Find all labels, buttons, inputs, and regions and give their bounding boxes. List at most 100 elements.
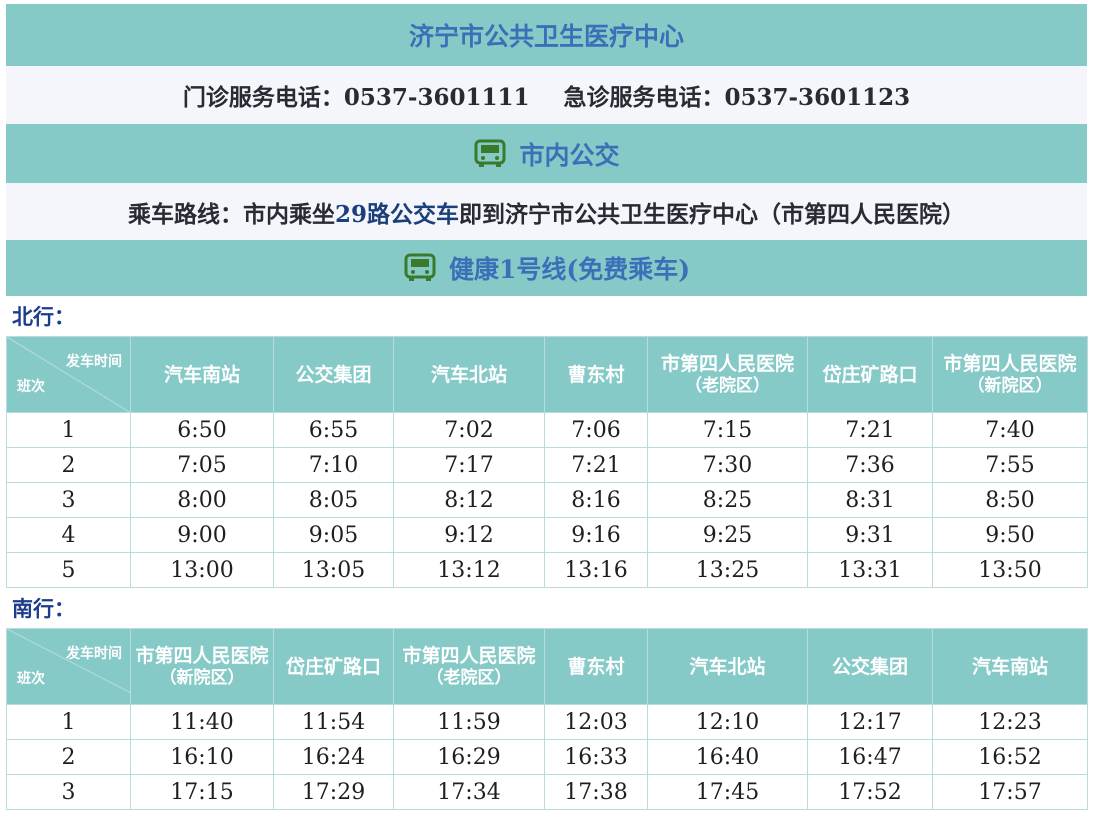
southbound-timetable: 发车时间 班次 市第四人民医院 （新院区） 岱庄矿路口 市第四人民医院 （老院区） … (6, 628, 1088, 810)
phone-row: 门诊服务电话：0537-3601111 急诊服务电话：0537-3601123 (6, 66, 1087, 124)
time-cell: 8:00 (130, 482, 274, 518)
stop-header: 汽车南站 (932, 628, 1088, 705)
time-cell: 17:45 (647, 774, 808, 810)
time-cell: 8:05 (273, 482, 394, 518)
trip-number-cell: 5 (6, 552, 131, 588)
time-cell: 9:16 (544, 517, 648, 553)
time-cell: 16:10 (130, 739, 274, 775)
time-cell: 7:06 (544, 412, 648, 448)
stop-header: 市第四人民医院 （老院区） (393, 628, 545, 705)
table-row: 2 16:10 16:24 16:29 16:33 16:40 16:47 16:52 (6, 739, 1088, 775)
time-cell: 17:15 (130, 774, 274, 810)
time-cell: 17:52 (807, 774, 933, 810)
time-cell: 13:16 (544, 552, 648, 588)
stop-header: 岱庄矿路口 (273, 628, 394, 705)
stop-header: 曹东村 (544, 336, 648, 413)
time-cell: 11:54 (273, 704, 394, 740)
table-row: 3 8:00 8:05 8:12 8:16 8:25 8:31 8:50 (6, 482, 1088, 518)
table-row: 3 17:15 17:29 17:34 17:38 17:45 17:52 17:57 (6, 774, 1088, 810)
time-cell: 13:31 (807, 552, 933, 588)
time-cell: 12:17 (807, 704, 933, 740)
route-suffix: 即到济宁市公共卫生医疗中心（市第四人民医院） (459, 200, 965, 228)
stop-header: 市第四人民医院 （新院区） (932, 336, 1088, 413)
time-cell: 17:38 (544, 774, 648, 810)
time-cell: 8:31 (807, 482, 933, 518)
trip-number-cell: 3 (6, 774, 131, 810)
trip-number-cell: 1 (6, 704, 131, 740)
bus-icon (474, 139, 506, 167)
departure-time-label: 发车时间 (66, 354, 122, 370)
time-cell: 11:59 (393, 704, 545, 740)
time-cell: 9:31 (807, 517, 933, 553)
time-cell: 13:50 (932, 552, 1088, 588)
corner-cell: 发车时间 班次 (6, 336, 131, 413)
time-cell: 12:10 (647, 704, 808, 740)
corner-diagonal (7, 337, 131, 413)
stop-header: 汽车北站 (393, 336, 545, 413)
time-cell: 7:36 (807, 447, 933, 483)
trip-number-cell: 2 (6, 447, 131, 483)
stop-header: 曹东村 (544, 628, 648, 705)
outpatient-phone: 门诊服务电话：0537-3601111 (182, 84, 530, 111)
trip-label: 班次 (17, 379, 45, 395)
health-line-label: 健康1号线(免费乘车) (448, 255, 691, 284)
stop-header: 公交集团 (273, 336, 394, 413)
time-cell: 7:40 (932, 412, 1088, 448)
time-cell: 17:29 (273, 774, 394, 810)
table-header-row: 发车时间 班次 汽车南站 公交集团 汽车北站 曹东村 市第四人民医院 （老院区） … (6, 336, 1088, 413)
northbound-timetable: 发车时间 班次 汽车南站 公交集团 汽车北站 曹东村 市第四人民医院 （老院区） … (6, 336, 1088, 588)
city-bus-heading: 市内公交 (6, 124, 1087, 183)
time-cell: 9:05 (273, 517, 394, 553)
time-cell: 11:40 (130, 704, 274, 740)
stop-header: 市第四人民医院 （老院区） (647, 336, 808, 413)
emergency-phone: 急诊服务电话：0537-3601123 (563, 84, 911, 111)
time-cell: 16:33 (544, 739, 648, 775)
time-cell: 8:12 (393, 482, 545, 518)
stop-header: 市第四人民医院 （新院区） (130, 628, 274, 705)
time-cell: 7:02 (393, 412, 545, 448)
route-prefix: 乘车路线：市内乘坐 (127, 200, 335, 228)
health-line-heading: 健康1号线(免费乘车) (6, 240, 1087, 296)
time-cell: 17:34 (393, 774, 545, 810)
southbound-rows: 1 11:40 11:54 11:59 12:03 12:10 12:17 12:23 2 16:… (6, 704, 1088, 810)
stop-header: 汽车北站 (647, 628, 808, 705)
table-row: 4 9:00 9:05 9:12 9:16 9:25 9:31 9:50 (6, 517, 1088, 553)
trip-number-cell: 1 (6, 412, 131, 448)
departure-time-label: 发车时间 (66, 646, 122, 662)
time-cell: 16:40 (647, 739, 808, 775)
city-bus-label: 市内公交 (519, 140, 620, 170)
time-cell: 9:25 (647, 517, 808, 553)
time-cell: 8:25 (647, 482, 808, 518)
trip-number-cell: 3 (6, 482, 131, 518)
table-row: 1 11:40 11:54 11:59 12:03 12:10 12:17 12:23 (6, 704, 1088, 740)
time-cell: 13:00 (130, 552, 274, 588)
southbound-label: 南行： (6, 588, 1087, 628)
table-row: 5 13:00 13:05 13:12 13:16 13:25 13:31 13:50 (6, 552, 1088, 588)
northbound-label: 北行： (6, 296, 1087, 336)
stop-header: 汽车南站 (130, 336, 274, 413)
time-cell: 7:55 (932, 447, 1088, 483)
table-row: 1 6:50 6:55 7:02 7:06 7:15 7:21 7:40 (6, 412, 1088, 448)
table-row: 2 7:05 7:10 7:17 7:21 7:30 7:36 7:55 (6, 447, 1088, 483)
time-cell: 13:12 (393, 552, 545, 588)
time-cell: 9:00 (130, 517, 274, 553)
time-cell: 6:55 (273, 412, 394, 448)
time-cell: 7:05 (130, 447, 274, 483)
time-cell: 12:03 (544, 704, 648, 740)
time-cell: 7:10 (273, 447, 394, 483)
trip-number-cell: 2 (6, 739, 131, 775)
time-cell: 6:50 (130, 412, 274, 448)
table-header-row: 发车时间 班次 市第四人民医院 （新院区） 岱庄矿路口 市第四人民医院 （老院区） … (6, 628, 1088, 705)
route-bus-number: 29路公交车 (334, 200, 459, 228)
time-cell: 16:52 (932, 739, 1088, 775)
stop-header: 岱庄矿路口 (807, 336, 933, 413)
time-cell: 7:21 (807, 412, 933, 448)
northbound-rows: 1 6:50 6:55 7:02 7:06 7:15 7:21 7:40 2 7:05 7:10 7:… (6, 412, 1088, 588)
time-cell: 13:05 (273, 552, 394, 588)
time-cell: 7:17 (393, 447, 545, 483)
time-cell: 8:50 (932, 482, 1088, 518)
trip-number-cell: 4 (6, 517, 131, 553)
page-title: 济宁市公共卫生医疗中心 (6, 4, 1087, 66)
time-cell: 16:47 (807, 739, 933, 775)
time-cell: 7:21 (544, 447, 648, 483)
